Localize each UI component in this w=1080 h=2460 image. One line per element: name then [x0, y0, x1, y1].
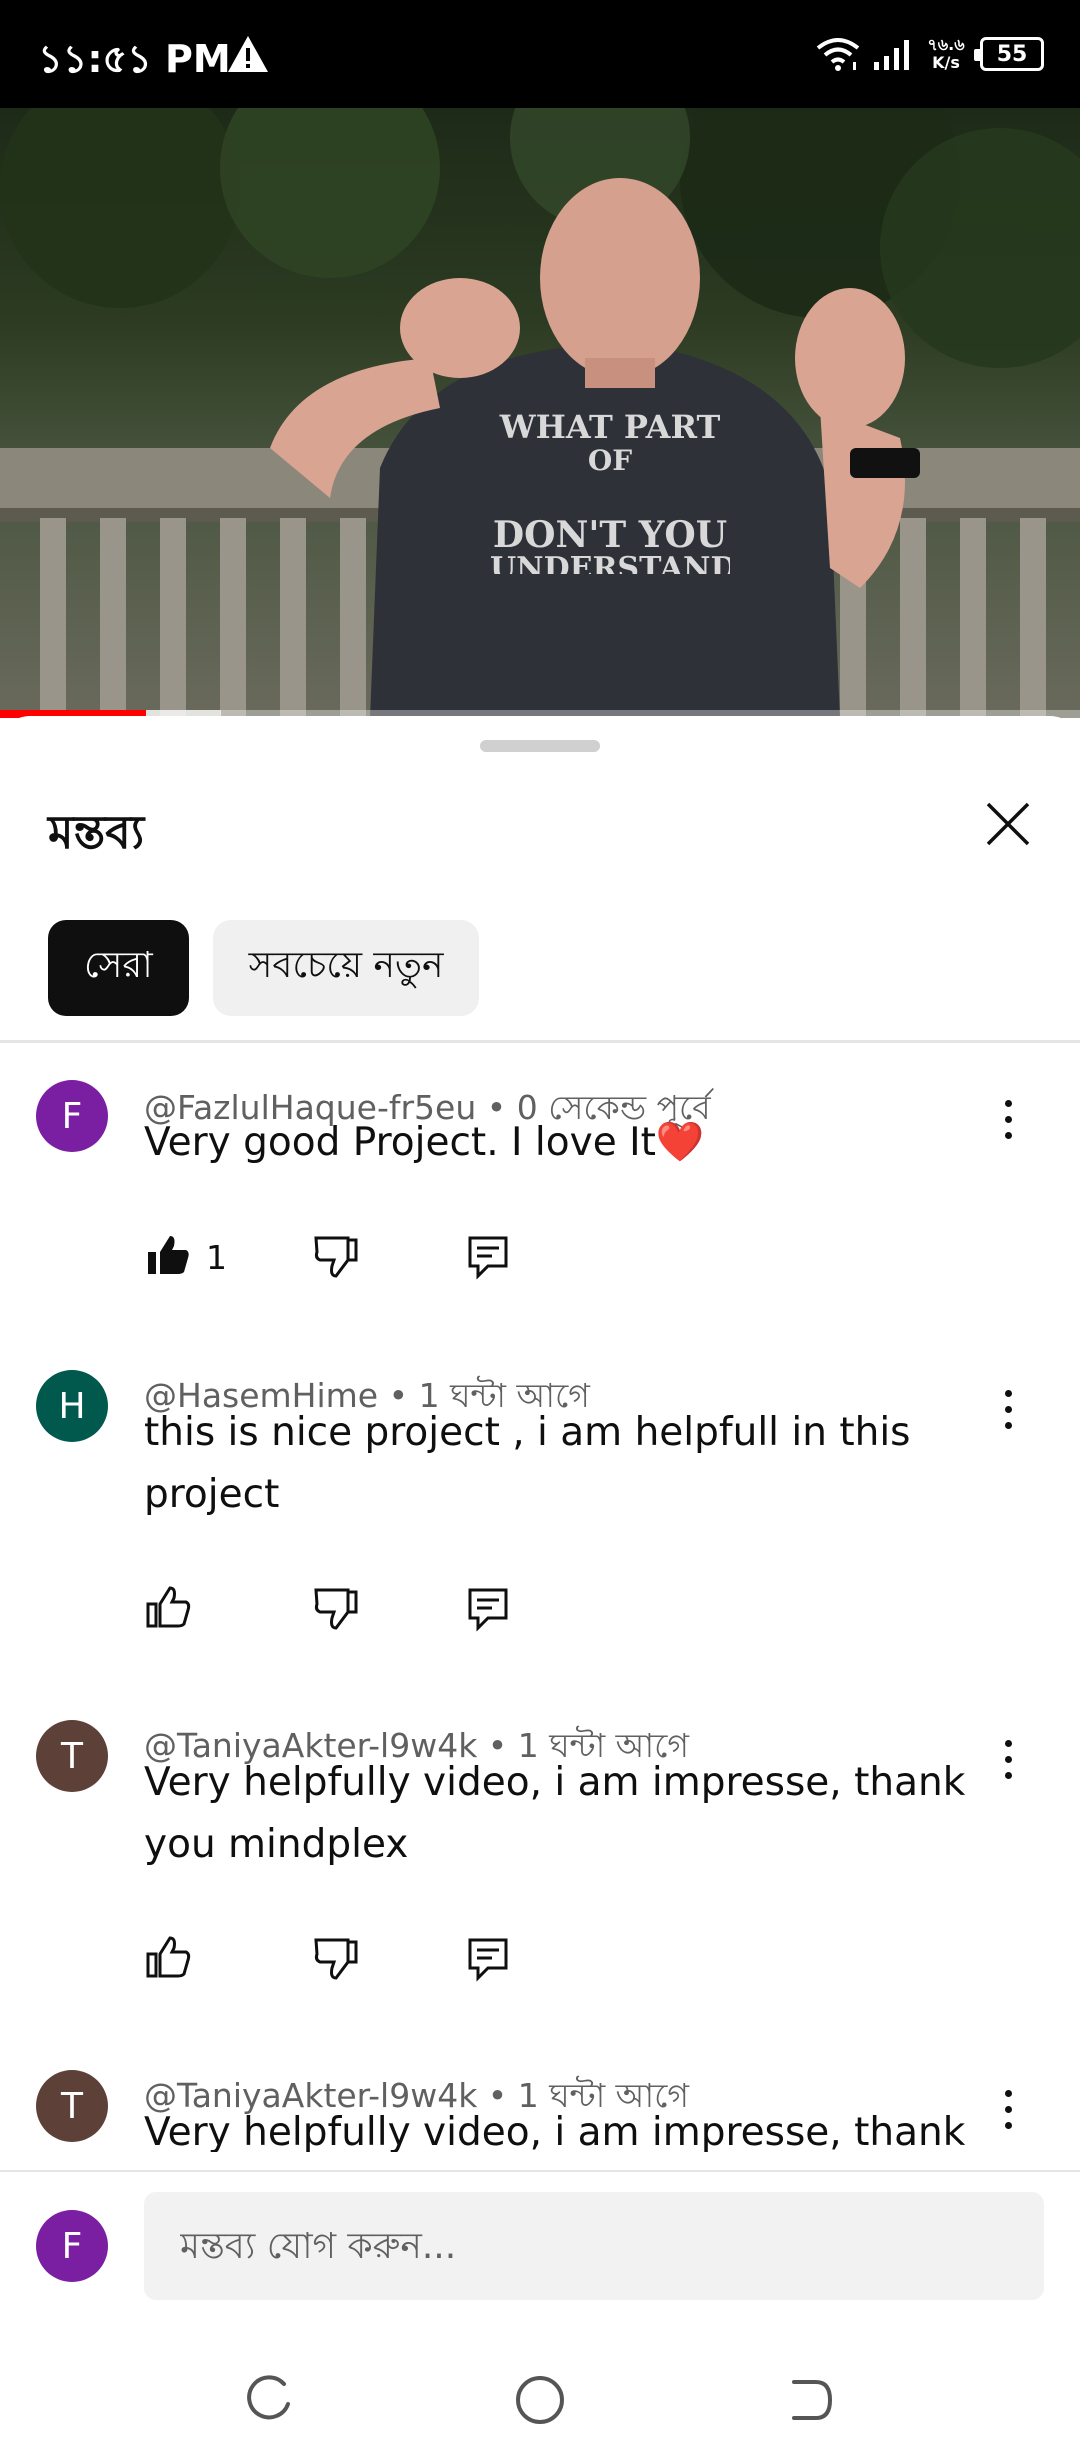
comment-text: Very helpfully video, i am impresse, tha… [144, 1760, 966, 1867]
recents-icon[interactable] [240, 2370, 300, 2430]
status-time: ১১:৫১ PM [38, 37, 231, 81]
network-speed-value: ৭৬.৬ [927, 35, 965, 54]
like-icon[interactable] [144, 1584, 192, 1632]
back-icon[interactable] [780, 2370, 840, 2430]
home-icon[interactable] [510, 2370, 570, 2430]
comment-input[interactable] [144, 2192, 1044, 2300]
reply-icon[interactable] [464, 1584, 512, 1632]
close-icon[interactable] [980, 796, 1036, 852]
system-nav-bar [0, 2340, 1080, 2460]
signal-icon [874, 40, 909, 70]
shirt-line-1: WHAT PART [499, 408, 721, 446]
more-options-icon[interactable] [996, 1386, 1020, 1434]
like-filled-icon[interactable] [144, 1232, 192, 1280]
comment-actions: 1 [144, 1232, 644, 1292]
comment-list: F @FazlulHaque-fr5eu • 0 সেকেন্ড পূর্বে … [0, 1056, 1080, 2152]
video-player[interactable]: WHAT PART OF DON'T YOU UNDERSTAND [0, 108, 1080, 718]
composer-divider [0, 2170, 1080, 2172]
divider [0, 1040, 1080, 1043]
more-options-icon[interactable] [996, 1736, 1020, 1784]
dislike-icon[interactable] [312, 1934, 360, 1982]
avatar[interactable]: T [36, 1720, 108, 1792]
composer-avatar: F [36, 2210, 108, 2282]
comment-text: Very good Project. I love It❤️ [144, 1120, 705, 1165]
more-options-icon[interactable] [996, 2086, 1020, 2134]
comment-actions [144, 1584, 644, 1644]
shirt-line-4: UNDERSTAND [490, 552, 730, 574]
drag-handle[interactable] [480, 740, 600, 752]
status-bar: ১১:৫১ PM ৭৬.৬ K/s 55 [0, 0, 1080, 108]
like-icon[interactable] [144, 1934, 192, 1982]
comment-text: Very helpfully video, i am impresse, tha… [144, 2110, 966, 2152]
battery-level: 55 [996, 41, 1028, 67]
reply-icon[interactable] [464, 1934, 512, 1982]
shirt-line-2: OF [587, 444, 633, 477]
comment-text: this is nice project , i am helpfull in … [144, 1410, 911, 1517]
dislike-icon[interactable] [312, 1584, 360, 1632]
like-count: 1 [206, 1238, 227, 1277]
sort-chips: সেরা সবচেয়ে নতুন [48, 920, 480, 1016]
reply-icon[interactable] [464, 1232, 512, 1280]
shirt-line-3: DON'T YOU [492, 514, 728, 556]
comment-actions [144, 1934, 644, 1994]
shirt-print: WHAT PART OF DON'T YOU UNDERSTAND [490, 410, 730, 574]
network-speed-unit: K/s [932, 53, 960, 72]
avatar[interactable]: T [36, 2070, 108, 2142]
warning-icon [228, 36, 268, 72]
chip-newest[interactable]: সবচেয়ে নতুন [212, 920, 480, 1016]
network-speed: ৭৬.৬ K/s [924, 36, 968, 72]
chip-top[interactable]: সেরা [48, 920, 189, 1016]
dislike-icon[interactable] [312, 1232, 360, 1280]
avatar[interactable]: F [36, 1080, 108, 1152]
wifi-icon [816, 38, 860, 71]
avatar[interactable]: H [36, 1370, 108, 1442]
status-right: ৭৬.৬ K/s 55 [816, 30, 1044, 78]
comments-title: মন্তব্য [48, 805, 145, 859]
battery-icon: 55 [974, 37, 1044, 71]
more-options-icon[interactable] [996, 1096, 1020, 1144]
